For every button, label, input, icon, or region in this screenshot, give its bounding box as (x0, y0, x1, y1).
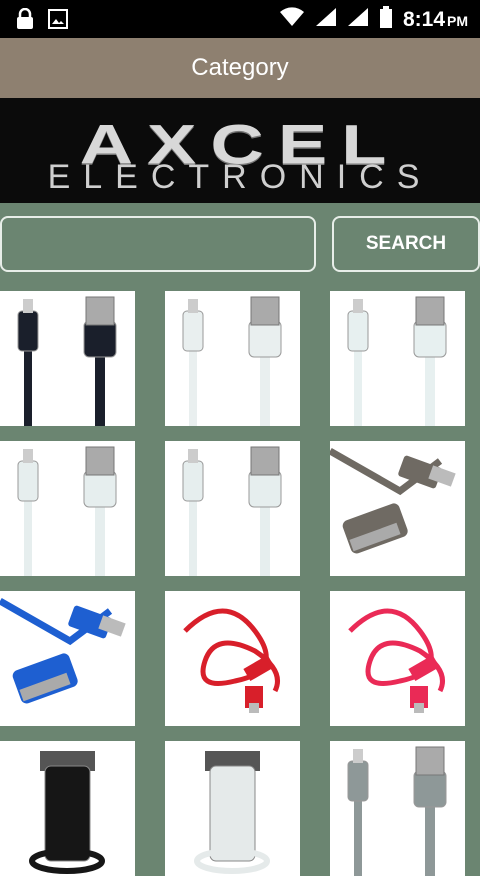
search-input[interactable] (0, 216, 316, 272)
product-tile[interactable] (0, 591, 135, 726)
page-title: Category (191, 54, 289, 81)
product-tile[interactable] (330, 741, 465, 876)
signal-icon (315, 7, 337, 33)
product-image (330, 447, 456, 554)
product-image (347, 746, 447, 876)
product-tile[interactable] (330, 591, 465, 726)
search-button[interactable]: SEARCH (332, 216, 480, 272)
product-image (17, 446, 117, 576)
product-tile[interactable] (165, 441, 300, 576)
wifi-icon (279, 7, 305, 33)
product-image (17, 296, 117, 426)
clock-ampm: PM (447, 13, 468, 29)
product-image (29, 751, 105, 874)
status-bar: 8:14 PM (0, 0, 480, 38)
product-tile[interactable] (330, 291, 465, 426)
image-icon (48, 9, 68, 34)
brand-logo-subtitle: ELECTRONICS (47, 158, 433, 196)
product-tile[interactable] (0, 441, 135, 576)
lock-icon (16, 7, 34, 35)
battery-icon (379, 6, 393, 34)
product-tile[interactable] (330, 441, 465, 576)
product-tile[interactable] (0, 291, 135, 426)
clock-time: 8:14 (402, 8, 445, 31)
product-image (182, 446, 282, 576)
title-bar: Category (0, 38, 480, 98)
product-tile[interactable] (165, 291, 300, 426)
product-tile[interactable] (165, 741, 300, 876)
clock: 8:14 PM (403, 8, 468, 32)
search-row: SEARCH (0, 216, 480, 276)
product-image (194, 751, 270, 874)
product-image (182, 296, 282, 426)
product-tile[interactable] (0, 741, 135, 876)
product-image (0, 597, 126, 704)
product-image (183, 608, 280, 713)
brand-banner: AXCEL ELECTRONICS (0, 98, 480, 203)
product-tile[interactable] (165, 591, 300, 726)
signal-icon (347, 7, 369, 33)
product-image (348, 608, 445, 713)
product-image (347, 296, 447, 426)
